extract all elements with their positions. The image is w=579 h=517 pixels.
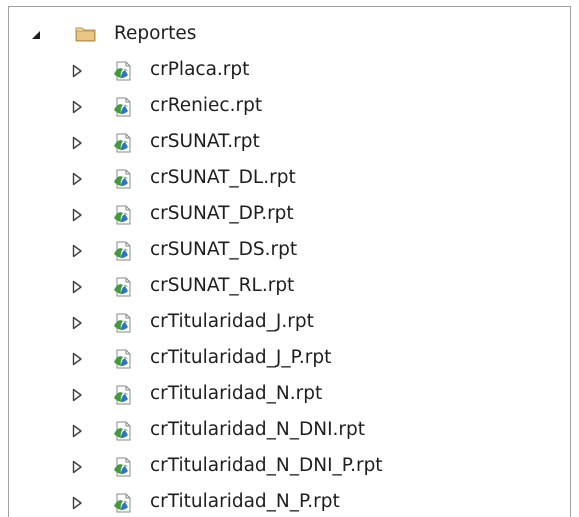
collapsed-triangle-icon[interactable]	[69, 135, 85, 151]
tree-node-label: crTitularidad_J.rpt	[150, 311, 314, 332]
collapsed-triangle-icon[interactable]	[69, 351, 85, 367]
collapsed-triangle-icon[interactable]	[69, 171, 85, 187]
collapsed-triangle-icon[interactable]	[69, 459, 85, 475]
tree-node-label: crSUNAT_DS.rpt	[150, 239, 298, 260]
tree-node-file-6[interactable]: crSUNAT_DS.rpt	[9, 233, 570, 269]
tree-node-label: crPlaca.rpt	[150, 59, 250, 80]
tree-node-reportes[interactable]: Reportes	[9, 17, 570, 53]
collapsed-triangle-icon[interactable]	[69, 243, 85, 259]
expanded-triangle-icon[interactable]	[28, 27, 44, 43]
crystal-report-icon	[112, 60, 134, 82]
tree-node-file-9[interactable]: crTitularidad_J_P.rpt	[9, 341, 570, 377]
crystal-report-icon	[112, 204, 134, 226]
crystal-report-icon	[112, 348, 134, 370]
tree-node-file-10[interactable]: crTitularidad_N.rpt	[9, 377, 570, 413]
tree-node-label: crTitularidad_N.rpt	[150, 383, 323, 404]
tree-node-file-3[interactable]: crSUNAT.rpt	[9, 125, 570, 161]
tree-node-file-8[interactable]: crTitularidad_J.rpt	[9, 305, 570, 341]
solution-explorer-panel: Reportes crPlaca.rpt crReniec.rpt crSUNA…	[8, 6, 571, 517]
tree-node-label: crTitularidad_J_P.rpt	[150, 347, 332, 368]
tree-node-label: crSUNAT_RL.rpt	[150, 275, 295, 296]
collapsed-triangle-icon[interactable]	[69, 495, 85, 511]
tree-node-file-1[interactable]: crPlaca.rpt	[9, 53, 570, 89]
tree-node-file-5[interactable]: crSUNAT_DP.rpt	[9, 197, 570, 233]
collapsed-triangle-icon[interactable]	[69, 99, 85, 115]
tree-node-file-4[interactable]: crSUNAT_DL.rpt	[9, 161, 570, 197]
collapsed-triangle-icon[interactable]	[69, 63, 85, 79]
tree-children: crPlaca.rpt crReniec.rpt crSUNAT.rpt crS…	[9, 53, 570, 517]
crystal-report-icon	[112, 456, 134, 478]
collapsed-triangle-icon[interactable]	[69, 279, 85, 295]
crystal-report-icon	[112, 276, 134, 298]
collapsed-triangle-icon[interactable]	[69, 423, 85, 439]
tree-node-label: crTitularidad_N_DNI_P.rpt	[150, 455, 383, 476]
tree-node-label: crTitularidad_N_P.rpt	[150, 491, 340, 512]
collapsed-triangle-icon[interactable]	[69, 315, 85, 331]
tree-node-label: crSUNAT_DP.rpt	[150, 203, 294, 224]
tree-node-label: Reportes	[114, 23, 197, 44]
tree-node-file-13[interactable]: crTitularidad_N_P.rpt	[9, 485, 570, 517]
crystal-report-icon	[112, 240, 134, 262]
crystal-report-icon	[112, 384, 134, 406]
crystal-report-icon	[112, 168, 134, 190]
tree-node-file-2[interactable]: crReniec.rpt	[9, 89, 570, 125]
folder-icon	[75, 23, 97, 45]
crystal-report-icon	[112, 96, 134, 118]
crystal-report-icon	[112, 132, 134, 154]
collapsed-triangle-icon[interactable]	[69, 387, 85, 403]
crystal-report-icon	[112, 420, 134, 442]
tree-node-label: crSUNAT.rpt	[150, 131, 260, 152]
tree-node-label: crTitularidad_N_DNI.rpt	[150, 419, 366, 440]
collapsed-triangle-icon[interactable]	[69, 207, 85, 223]
crystal-report-icon	[112, 312, 134, 334]
tree-node-file-7[interactable]: crSUNAT_RL.rpt	[9, 269, 570, 305]
tree-node-file-11[interactable]: crTitularidad_N_DNI.rpt	[9, 413, 570, 449]
tree-node-label: crSUNAT_DL.rpt	[150, 167, 296, 188]
tree-node-label: crReniec.rpt	[150, 95, 263, 116]
tree-node-file-12[interactable]: crTitularidad_N_DNI_P.rpt	[9, 449, 570, 485]
file-tree: Reportes crPlaca.rpt crReniec.rpt crSUNA…	[9, 17, 570, 517]
